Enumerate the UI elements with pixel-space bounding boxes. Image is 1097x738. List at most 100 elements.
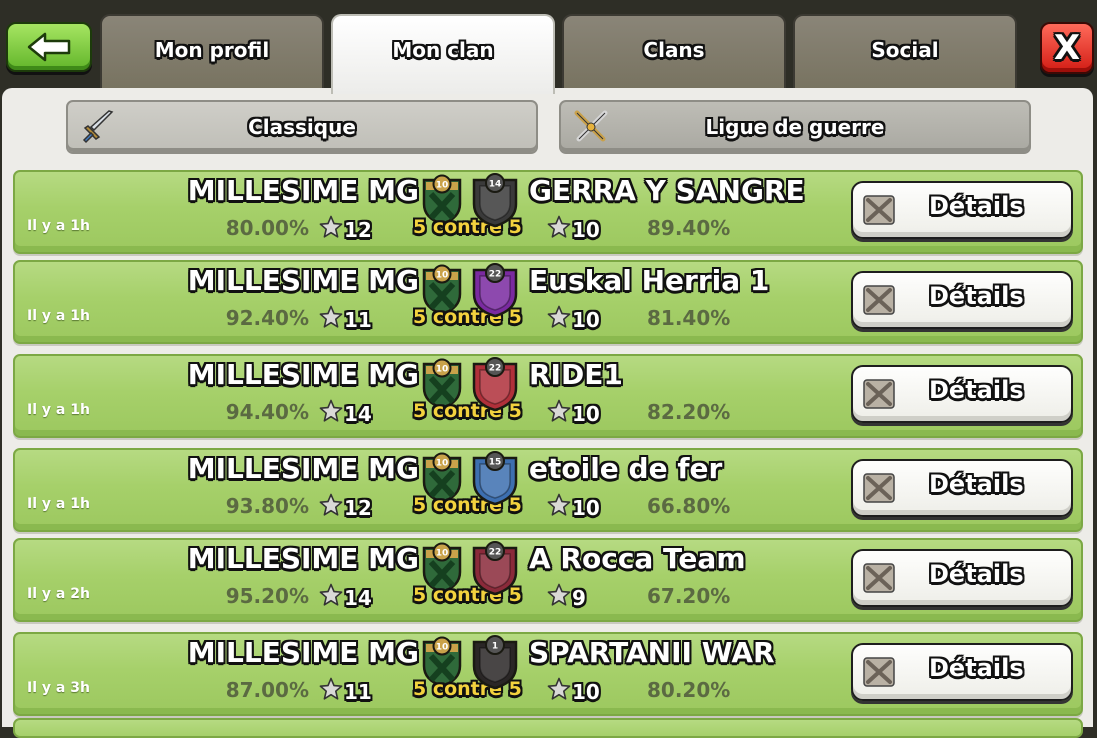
opponent-clan-badge-icon: 1 xyxy=(472,635,518,690)
star-icon xyxy=(547,399,572,428)
star-icon xyxy=(319,493,344,522)
tab-mon-profil[interactable]: Mon profil xyxy=(100,14,324,92)
star-icon xyxy=(319,677,344,706)
home-destruction-percent: 94.40% xyxy=(225,400,309,424)
subtab-ligue-de-guerre[interactable]: Ligue de guerre xyxy=(559,100,1031,154)
war-time: Il y a 2h xyxy=(27,586,90,602)
opponent-clan-level: 22 xyxy=(489,548,502,558)
war-row: Il y a 3h MILLESIME MG 87.00% 11 10 5 contre … xyxy=(13,632,1083,716)
arrow-left-icon xyxy=(27,32,71,62)
details-label: Détails xyxy=(929,654,1024,682)
home-stars-value: 14 xyxy=(344,401,372,426)
details-button[interactable]: Détails xyxy=(851,643,1073,701)
war-time: Il y a 3h xyxy=(27,680,90,696)
tab-label: Social xyxy=(871,38,939,62)
star-icon xyxy=(547,677,572,706)
star-icon xyxy=(547,215,572,244)
home-clan-name: MILLESIME MG xyxy=(187,264,419,297)
opponent-clan-badge-icon: 22 xyxy=(472,263,518,318)
opponent-stars: 10 xyxy=(547,215,600,244)
home-destruction-percent: 87.00% xyxy=(225,678,309,702)
star-icon xyxy=(547,583,572,612)
opponent-clan-name: GERRA Y SANGRE xyxy=(529,174,805,207)
opponent-clan-level: 22 xyxy=(489,364,502,374)
crossed-swords-icon xyxy=(863,195,895,225)
tab-label: Mon profil xyxy=(154,38,270,62)
opponent-clan-name: etoile de fer xyxy=(529,452,723,485)
war-row: Il y a 1h MILLESIME MG 94.40% 14 10 5 contre … xyxy=(13,354,1083,438)
details-label: Détails xyxy=(929,470,1024,498)
home-stars: 11 xyxy=(319,677,372,706)
close-button[interactable]: X xyxy=(1040,22,1094,74)
subtab-label: Ligue de guerre xyxy=(705,115,885,139)
tab-social[interactable]: Social xyxy=(793,14,1017,92)
opponent-clan-name: A Rocca Team xyxy=(529,542,746,575)
home-destruction-percent: 95.20% xyxy=(225,584,309,608)
home-clan-name: MILLESIME MG xyxy=(187,452,419,485)
details-button[interactable]: Détails xyxy=(851,271,1073,329)
details-label: Détails xyxy=(929,376,1024,404)
tab-mon-clan[interactable]: Mon clan xyxy=(331,14,555,94)
home-clan-level: 10 xyxy=(436,271,449,281)
crossed-swords-icon xyxy=(863,563,895,593)
war-row: Il y a 1h MILLESIME MG 80.00% 12 10 5 contre … xyxy=(13,170,1083,254)
star-icon xyxy=(319,399,344,428)
opponent-clan-level: 22 xyxy=(489,270,502,280)
opponent-clan-badge-icon: 14 xyxy=(472,173,518,228)
opponent-stars-value: 10 xyxy=(572,401,600,426)
war-time: Il y a 1h xyxy=(27,496,90,512)
star-icon xyxy=(319,305,344,334)
details-button[interactable]: Détails xyxy=(851,549,1073,607)
opponent-stars: 10 xyxy=(547,305,600,334)
war-time: Il y a 1h xyxy=(27,308,90,324)
crossed-swords-icon xyxy=(863,657,895,687)
crossed-swords-icon xyxy=(863,379,895,409)
war-row: Il y a 1h MILLESIME MG 92.40% 11 10 5 contre … xyxy=(13,260,1083,344)
war-row: Il y a 2h MILLESIME MG 95.20% 14 10 5 contre … xyxy=(13,538,1083,622)
opponent-clan-level: 14 xyxy=(489,180,502,190)
details-button[interactable]: Détails xyxy=(851,459,1073,517)
home-clan-name: MILLESIME MG xyxy=(187,358,419,391)
star-icon xyxy=(319,583,344,612)
war-time: Il y a 1h xyxy=(27,402,90,418)
opponent-clan-name: SPARTANII WAR xyxy=(529,636,775,669)
subtab-classique[interactable]: Classique xyxy=(66,100,538,154)
opponent-stars: 10 xyxy=(547,677,600,706)
opponent-stars: 10 xyxy=(547,493,600,522)
crossed-swords-icon xyxy=(574,110,608,142)
home-clan-level: 10 xyxy=(436,181,449,191)
close-x-icon: X xyxy=(1053,28,1081,68)
home-clan-level: 10 xyxy=(436,549,449,559)
tab-label: Mon clan xyxy=(392,38,494,62)
details-button[interactable]: Détails xyxy=(851,181,1073,239)
opponent-clan-badge-icon: 22 xyxy=(472,357,518,412)
home-stars: 12 xyxy=(319,215,372,244)
opponent-clan-level: 15 xyxy=(489,458,502,468)
opponent-clan-name: Euskal Herria 1 xyxy=(529,264,770,297)
home-clan-level: 10 xyxy=(436,459,449,469)
back-button[interactable] xyxy=(6,22,92,72)
details-button[interactable]: Détails xyxy=(851,365,1073,423)
tab-clans[interactable]: Clans xyxy=(562,14,786,92)
home-clan-name: MILLESIME MG xyxy=(187,636,419,669)
opponent-clan-badge-icon: 15 xyxy=(472,451,518,506)
opponent-clan-level: 1 xyxy=(492,642,498,652)
home-clan-level: 10 xyxy=(436,643,449,653)
opponent-destruction-percent: 82.20% xyxy=(647,400,731,424)
war-row: Il y a 1h MILLESIME MG 93.80% 12 10 5 contre … xyxy=(13,448,1083,532)
details-label: Détails xyxy=(929,192,1024,220)
opponent-stars-value: 9 xyxy=(572,585,586,610)
details-label: Détails xyxy=(929,282,1024,310)
star-icon xyxy=(547,305,572,334)
home-stars-value: 14 xyxy=(344,585,372,610)
opponent-stars-value: 10 xyxy=(572,679,600,704)
home-stars: 11 xyxy=(319,305,372,334)
home-stars: 12 xyxy=(319,493,372,522)
opponent-stars: 10 xyxy=(547,399,600,428)
home-clan-level: 10 xyxy=(436,365,449,375)
opponent-clan-name: RIDE1 xyxy=(529,358,623,391)
home-stars: 14 xyxy=(319,583,372,612)
opponent-destruction-percent: 89.40% xyxy=(647,216,731,240)
home-stars-value: 11 xyxy=(344,679,372,704)
subtab-label: Classique xyxy=(248,115,356,139)
